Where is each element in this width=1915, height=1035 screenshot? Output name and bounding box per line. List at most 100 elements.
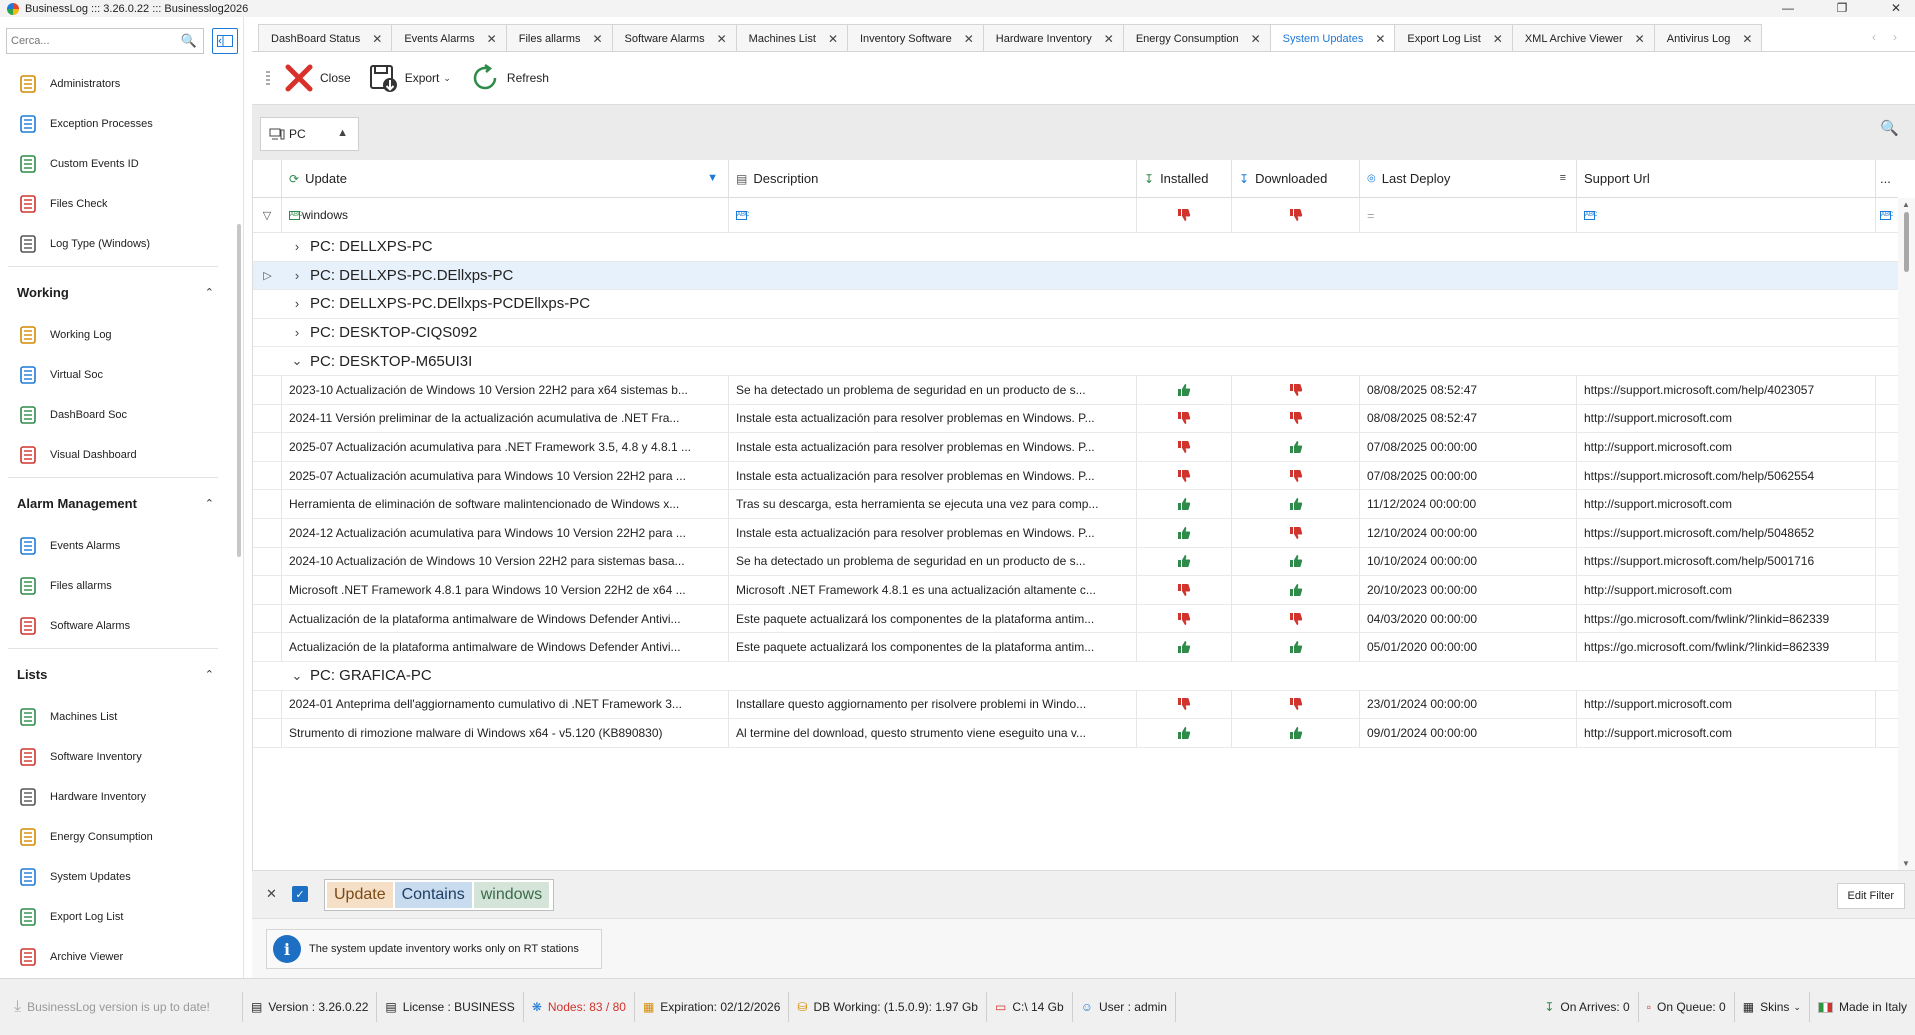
table-row[interactable]: Strumento di rimozione malware di Window… [253,719,1898,748]
group-row[interactable]: ⌄ PC: GRAFICA-PC [253,662,1898,691]
sidebar-item-working-log[interactable]: Working Log [0,315,236,355]
tab-inventory-software[interactable]: Inventory Software ✕ [847,24,984,52]
scroll-thumb[interactable] [1904,212,1909,272]
nav-group-header[interactable]: Lists ⌃ [0,651,236,697]
sidebar-item-software-alarms[interactable]: Software Alarms [0,606,236,646]
refresh-button[interactable]: Refresh [469,62,549,94]
scroll-down-icon[interactable]: ▼ [1902,859,1910,868]
sidebar-item-administrators[interactable]: Administrators [0,64,236,104]
sidebar-item-events-alarms[interactable]: Events Alarms [0,526,236,566]
table-row[interactable]: Herramienta de eliminación de software m… [253,490,1898,519]
table-row[interactable]: 2025-07 Actualización acumulativa para W… [253,461,1898,491]
tab-close-icon[interactable]: ✕ [1251,32,1261,46]
table-row[interactable]: 2024-11 Versión preliminar de la actuali… [253,404,1898,434]
tab-files-allarms[interactable]: Files allarms ✕ [505,24,613,52]
sidebar-item-software-inventory[interactable]: Software Inventory [0,737,236,777]
sidebar-item-files-allarms[interactable]: Files allarms [0,566,236,606]
group-row[interactable]: ▷ › PC: DELLXPS-PC.DEllxps-PC [253,261,1898,291]
sidebar-item-dashboard-soc[interactable]: DashBoard Soc [0,395,236,435]
filter-cell-description[interactable]: ABC [729,198,1137,232]
sidebar-item-system-updates[interactable]: System Updates [0,857,236,897]
chevron-right-icon[interactable]: › [282,296,304,311]
filter-cell-downloaded[interactable] [1232,198,1360,232]
chevron-up-icon[interactable]: ⌃ [205,497,214,510]
maximize-button[interactable]: ❐ [1815,0,1869,17]
column-header-last-deploy[interactable]: ◎ Last Deploy ≡ [1360,160,1577,197]
skins-menu[interactable]: ▦ Skins ⌄ [1735,992,1810,1022]
tab-scroll-right-icon[interactable]: › [1893,30,1897,44]
filter-cell-installed[interactable] [1137,198,1232,232]
sidebar-item-exception-processes[interactable]: Exception Processes [0,104,236,144]
sidebar-item-custom-events-id[interactable]: Custom Events ID [0,144,236,184]
table-row[interactable]: Actualización de la plataforma antimalwa… [253,604,1898,634]
sort-descending-icon[interactable]: ≡ [1560,172,1566,184]
filter-cell-more[interactable]: ABC [1876,198,1898,232]
chevron-up-icon[interactable]: ⌃ [205,668,214,681]
group-row[interactable]: ⌄ PC: DESKTOP-M65UI3I [253,347,1898,376]
sidebar-item-energy-consumption[interactable]: Energy Consumption [0,817,236,857]
sidebar-item-visual-dashboard[interactable]: Visual Dashboard [0,435,236,475]
close-button[interactable]: Close [284,63,351,93]
tab-antivirus-log[interactable]: Antivirus Log ✕ [1653,24,1763,52]
column-header-downloaded[interactable]: ↧ Downloaded [1232,160,1360,197]
chevron-right-icon[interactable]: › [282,325,304,340]
tab-events-alarms[interactable]: Events Alarms ✕ [391,24,507,52]
tab-close-icon[interactable]: ✕ [372,32,382,46]
toolbar-grip-icon[interactable] [266,71,270,85]
enable-filter-checkbox[interactable]: ✓ [292,886,308,902]
filter-cell-support-url[interactable]: ABC [1577,198,1876,232]
tab-system-updates[interactable]: System Updates ✕ [1269,24,1396,52]
grid-vertical-scrollbar[interactable]: ▲ ▼ [1898,198,1915,870]
sidebar-item-log-type-windows-[interactable]: Log Type (Windows) [0,224,236,264]
column-header-installed[interactable]: ↧ Installed [1137,160,1232,197]
chevron-right-icon[interactable]: › [282,268,304,283]
column-header-more[interactable]: ... [1876,160,1898,197]
tab-close-icon[interactable]: ✕ [1635,32,1645,46]
sidebar-item-export-log-list[interactable]: Export Log List [0,897,236,937]
grid-search-icon[interactable]: 🔍 [1880,119,1899,137]
tab-machines-list[interactable]: Machines List ✕ [735,24,848,52]
search-icon[interactable]: 🔍 [181,33,197,49]
column-header-update[interactable]: ⟳ Update ▼ [282,160,729,197]
sidebar-item-hardware-inventory[interactable]: Hardware Inventory [0,777,236,817]
tab-close-icon[interactable]: ✕ [1104,32,1114,46]
group-row[interactable]: › PC: DELLXPS-PC [253,233,1898,262]
filter-cell-last-deploy[interactable]: = [1360,198,1577,232]
filter-cell-update[interactable]: ABC windows [282,198,729,232]
clear-filter-icon[interactable]: ✕ [266,886,277,902]
table-row[interactable]: 2024-12 Actualización acumulativa para W… [253,519,1898,548]
sidebar-collapse-button[interactable] [212,28,238,54]
tab-close-icon[interactable]: ✕ [964,32,974,46]
sidebar-item-files-check[interactable]: Files Check [0,184,236,224]
export-button[interactable]: Export ⌄ [369,63,451,93]
tab-energy-consumption[interactable]: Energy Consumption ✕ [1122,24,1271,52]
table-row[interactable]: 2024-01 Anteprima dell'aggiornamento cum… [253,690,1898,720]
close-window-button[interactable]: ✕ [1869,0,1915,17]
table-row[interactable]: Microsoft .NET Framework 4.8.1 para Wind… [253,576,1898,605]
chevron-right-icon[interactable]: › [282,239,304,254]
tab-scroll-left-icon[interactable]: ‹ [1872,30,1876,44]
edit-filter-button[interactable]: Edit Filter [1836,883,1905,909]
tab-close-icon[interactable]: ✕ [1375,32,1385,46]
tab-hardware-inventory[interactable]: Hardware Inventory ✕ [982,24,1124,52]
tab-close-icon[interactable]: ✕ [717,32,727,46]
group-row[interactable]: › PC: DESKTOP-CIQS092 [253,318,1898,348]
tab-close-icon[interactable]: ✕ [592,32,602,46]
table-row[interactable]: 2023-10 Actualización de Windows 10 Vers… [253,376,1898,405]
active-filter-icon[interactable]: ▼ [707,172,718,184]
chevron-up-icon[interactable]: ⌃ [205,286,214,299]
sort-ascending-icon[interactable]: ▲ [337,127,348,139]
tab-xml-archive-viewer[interactable]: XML Archive Viewer ✕ [1511,24,1655,52]
tab-close-icon[interactable]: ✕ [487,32,497,46]
table-row[interactable]: 2024-10 Actualización de Windows 10 Vers… [253,547,1898,577]
filter-expression[interactable]: Update Contains windows [324,879,555,911]
column-header-support-url[interactable]: Support Url [1577,160,1876,197]
nav-group-header[interactable]: Alarm Management ⌃ [0,480,236,526]
table-row[interactable]: 2025-07 Actualización acumulativa para .… [253,433,1898,462]
tab-close-icon[interactable]: ✕ [1742,32,1752,46]
tab-close-icon[interactable]: ✕ [828,32,838,46]
sidebar-item-archive-viewer[interactable]: Archive Viewer [0,937,236,977]
tab-dashboard-status[interactable]: DashBoard Status ✕ [258,24,393,52]
minimize-button[interactable]: — [1761,0,1815,17]
column-header-description[interactable]: ▤ Description [729,160,1137,197]
